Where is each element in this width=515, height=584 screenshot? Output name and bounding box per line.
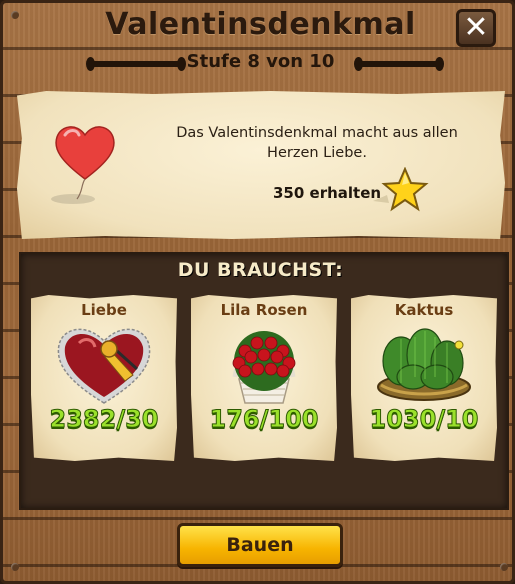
info-panel: Das Valentinsdenkmal macht aus allen Her… <box>17 91 505 239</box>
monument-description: Das Valentinsdenkmal macht aus allen Her… <box>176 125 458 161</box>
requirement-name: Lila Rosen <box>220 301 308 319</box>
requirement-name: Liebe <box>81 301 127 319</box>
requirement-card-liebe: Liebe 2382/30 <box>31 295 177 461</box>
nail-decoration <box>11 563 19 571</box>
requirement-count: 1030/10 <box>369 405 479 434</box>
heart-gift-icon <box>57 328 151 404</box>
requirements-title: DU BRAUCHST: <box>177 259 344 281</box>
nail-decoration <box>500 563 508 571</box>
dialog-panel: Valentinsdenkmal ✕ Stufe 8 von 10 Das Va… <box>0 0 515 584</box>
requirement-count: 176/100 <box>209 405 319 434</box>
build-button[interactable]: Bauen <box>177 523 343 567</box>
heart-balloon-icon <box>51 126 115 204</box>
reward-text: 350 erhalten <box>273 184 382 202</box>
star-icon <box>373 167 429 212</box>
dialog-title: Valentinsdenkmal <box>105 7 416 42</box>
requirement-name: Kaktus <box>394 301 454 319</box>
close-button[interactable]: ✕ <box>456 9 496 47</box>
requirement-count: 2382/30 <box>49 405 159 434</box>
requirement-card-kaktus: Kaktus 1030/10 <box>351 295 497 461</box>
rose-basket-icon <box>232 331 296 404</box>
cactus-basket-icon <box>377 328 471 401</box>
bone-divider-right <box>354 57 444 71</box>
requirement-card-lila-rosen: Lila Rosen 176/100 <box>191 295 337 461</box>
